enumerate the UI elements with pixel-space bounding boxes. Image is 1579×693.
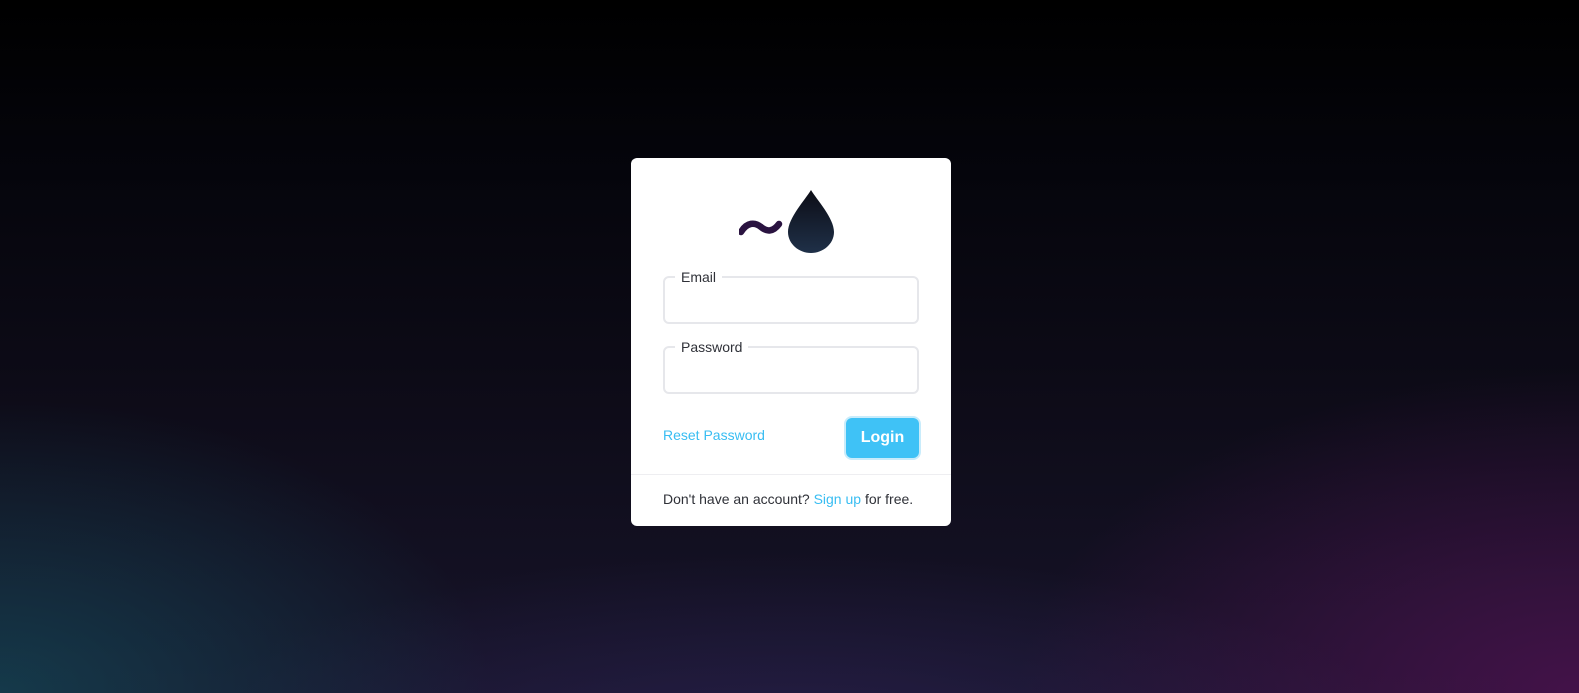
password-field[interactable]: Password [663,339,919,396]
water-drop-icon [788,190,834,253]
password-label: Password [681,339,743,355]
drop-logo-icon [739,190,834,253]
signup-prefix: Don't have an account? [663,491,810,507]
reset-password-link[interactable]: Reset Password [663,427,765,443]
login-button[interactable]: Login [846,418,919,458]
divider [631,474,951,475]
signup-prompt: Don't have an account? Sign up for free. [663,491,913,507]
signup-suffix: for free. [864,491,914,507]
password-input[interactable] [673,368,909,396]
email-field[interactable]: Email [663,269,919,326]
email-label: Email [681,269,717,285]
tilde-icon [739,220,783,236]
login-card: Email Password Reset Password Login Don'… [631,158,951,526]
sign-up-link[interactable]: Sign up [814,491,861,507]
email-input[interactable] [673,298,909,326]
